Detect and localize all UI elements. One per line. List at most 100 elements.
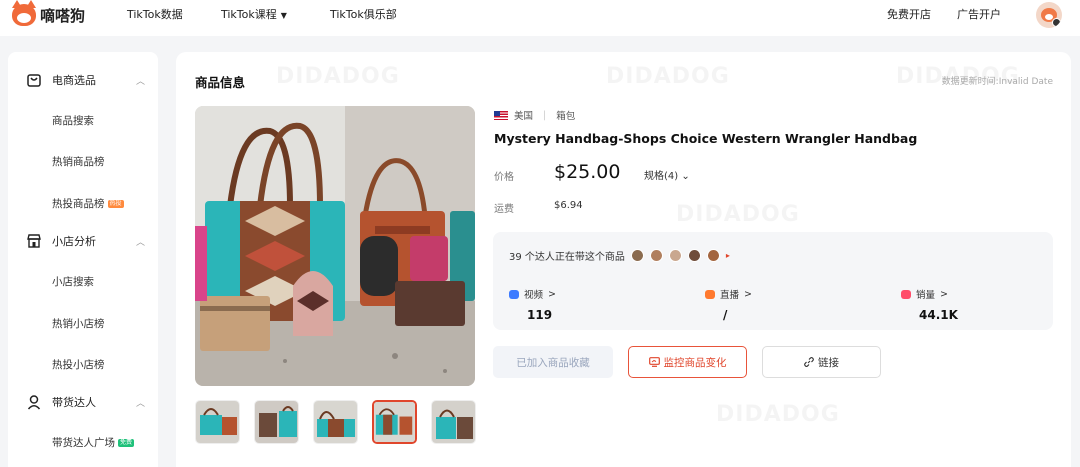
stat-label: 直播 [720, 290, 740, 301]
link-button-label: 链接 [818, 356, 839, 369]
sidebar-item-label: 商品搜索 [52, 115, 94, 127]
product-info-card: DIDADOG DIDADOG DIDADOG DIDADOG DIDADOG … [176, 52, 1071, 467]
hot-badge: 热投 [107, 199, 124, 208]
sidebar-item-shop-search[interactable]: 小店搜索 [52, 274, 94, 289]
sidebar-item-label: 热销小店榜 [52, 318, 105, 330]
creator-avatar[interactable] [706, 249, 720, 262]
sidebar-group-label: 带货达人 [52, 396, 96, 409]
sidebar-item-hot-ads-products[interactable]: 热投商品榜 热投 [52, 196, 124, 211]
product-main-image[interactable] [195, 106, 475, 386]
chevron-up-icon: ︿ [136, 398, 146, 409]
shipping-value: $6.94 [554, 200, 583, 211]
creator-avatar[interactable] [668, 249, 682, 262]
sidebar-item-hot-shops[interactable]: 热销小店榜 [52, 316, 105, 331]
chevron-up-icon: ︿ [136, 76, 146, 87]
sidebar-group-label: 小店分析 [52, 235, 96, 248]
fox-logo-icon [12, 0, 36, 26]
sidebar-item-creator-square[interactable]: 带货达人广场 免费 [52, 435, 135, 450]
watermark: DIDADOG [676, 202, 800, 227]
chevron-down-icon: ⌄ [681, 171, 690, 182]
sidebar-item-label: 热投小店榜 [52, 359, 105, 371]
nav-tiktok-course[interactable]: TikTok课程 ▼ [221, 6, 287, 22]
top-nav: 嘀嗒狗 TikTok数据 TikTok课程 ▼ TikTok俱乐部 免费开店 广告… [0, 0, 1080, 36]
thumbnail[interactable] [195, 400, 240, 444]
watermark: DIDADOG [276, 64, 400, 89]
section-title: 商品信息 [195, 75, 246, 90]
watermark: DIDADOG [606, 64, 730, 89]
thumbnail[interactable] [254, 400, 299, 444]
creator-avatar[interactable] [649, 249, 663, 262]
chevron-right-icon: > [940, 288, 948, 300]
update-time: 数据更新时间:Invalid Date [941, 77, 1053, 87]
chevron-down-icon: ▼ [280, 11, 287, 20]
creator-avatar[interactable] [687, 249, 701, 262]
monitor-button-label: 监控商品变化 [663, 356, 727, 369]
thumbnail[interactable] [431, 400, 476, 444]
shop-icon [27, 234, 41, 248]
logo[interactable]: 嘀嗒狗 [12, 0, 86, 26]
avatar[interactable] [1036, 2, 1062, 28]
creators-row[interactable]: 39 个达人正在带这个商品 ▸ [509, 248, 730, 263]
sidebar-item-label: 小店搜索 [52, 276, 94, 288]
sidebar-item-label: 带货达人广场 [52, 437, 115, 449]
monitor-button[interactable]: 监控商品变化 [628, 346, 747, 378]
product-meta: 美国 | 箱包 [494, 108, 575, 122]
us-flag-icon [494, 110, 508, 120]
stat-videos[interactable]: 视频 > 119 [509, 287, 556, 322]
sidebar-item-product-search[interactable]: 商品搜索 [52, 113, 94, 128]
sidebar-item-hot-ads-shops[interactable]: 热投小店榜 [52, 357, 105, 372]
live-icon [705, 289, 715, 299]
sidebar-group-shop-analysis[interactable]: 小店分析 ︿ [8, 228, 158, 254]
handbag-photo [195, 106, 475, 386]
chevron-up-icon: ︿ [136, 237, 146, 248]
stats-panel: 39 个达人正在带这个商品 ▸ 视频 > 119 直播 > / 销量 > 44.1K [493, 232, 1053, 330]
free-badge: 免费 [118, 438, 135, 447]
sidebar-group-product-selection[interactable]: 电商选品 ︿ [8, 67, 158, 93]
sidebar-item-label: 热销商品榜 [52, 156, 105, 168]
chevron-right-icon: > [548, 288, 556, 300]
stat-value: 44.1K [919, 308, 958, 322]
sidebar-group-creators[interactable]: 带货达人 ︿ [8, 389, 158, 415]
price-value: $25.00 [554, 161, 621, 183]
thumbnail-selected[interactable] [372, 400, 417, 444]
stat-label: 销量 [916, 290, 936, 301]
chevron-right-icon: > [744, 288, 752, 300]
creator-avatar[interactable] [630, 249, 644, 262]
price-label: 价格 [494, 172, 514, 183]
country: 美国 [514, 111, 534, 122]
thumbnail[interactable] [313, 400, 358, 444]
sales-icon [901, 289, 911, 299]
stat-label: 视频 [524, 290, 544, 301]
spec-selector[interactable]: 规格(4) ⌄ [644, 167, 690, 182]
sidebar-item-hot-products[interactable]: 热销商品榜 [52, 154, 105, 169]
stat-sales[interactable]: 销量 > 44.1K [901, 287, 958, 322]
watermark: DIDADOG [716, 402, 840, 427]
favorite-button[interactable]: 已加入商品收藏 [493, 346, 613, 378]
thumbnail-strip [195, 400, 476, 444]
category: 箱包 [556, 111, 576, 122]
status-dot-icon [1052, 18, 1061, 27]
app-name: 嘀嗒狗 [40, 6, 86, 25]
spec-label: 规格(4) [644, 171, 679, 182]
stat-value: / [723, 308, 728, 322]
nav-tiktok-club[interactable]: TikTok俱乐部 [330, 6, 397, 22]
divider: | [543, 109, 547, 121]
cart-icon [27, 74, 41, 87]
monitor-icon [648, 357, 660, 367]
sidebar: 电商选品 ︿ 商品搜索 热销商品榜 热投商品榜 热投 小店分析 ︿ 小店搜索 热销… [8, 52, 158, 467]
link-button[interactable]: 链接 [762, 346, 881, 378]
link-icon [804, 357, 814, 367]
nav-free-shop[interactable]: 免费开店 [887, 6, 931, 22]
sidebar-group-label: 电商选品 [52, 74, 96, 87]
sidebar-item-label: 热投商品榜 [52, 198, 105, 210]
stat-live[interactable]: 直播 > / [705, 287, 752, 322]
favorite-button-label: 已加入商品收藏 [516, 356, 590, 369]
creators-count-text: 39 个达人正在带这个商品 [509, 252, 625, 263]
nav-tiktok-data[interactable]: TikTok数据 [127, 6, 183, 22]
video-icon [509, 289, 519, 299]
stat-value: 119 [527, 308, 553, 322]
nav-tiktok-course-label: TikTok课程 [221, 8, 277, 21]
product-title: Mystery Handbag-Shops Choice Western Wra… [494, 131, 918, 146]
more-arrow-icon[interactable]: ▸ [726, 251, 730, 260]
nav-ad-account[interactable]: 广告开户 [957, 6, 1001, 22]
